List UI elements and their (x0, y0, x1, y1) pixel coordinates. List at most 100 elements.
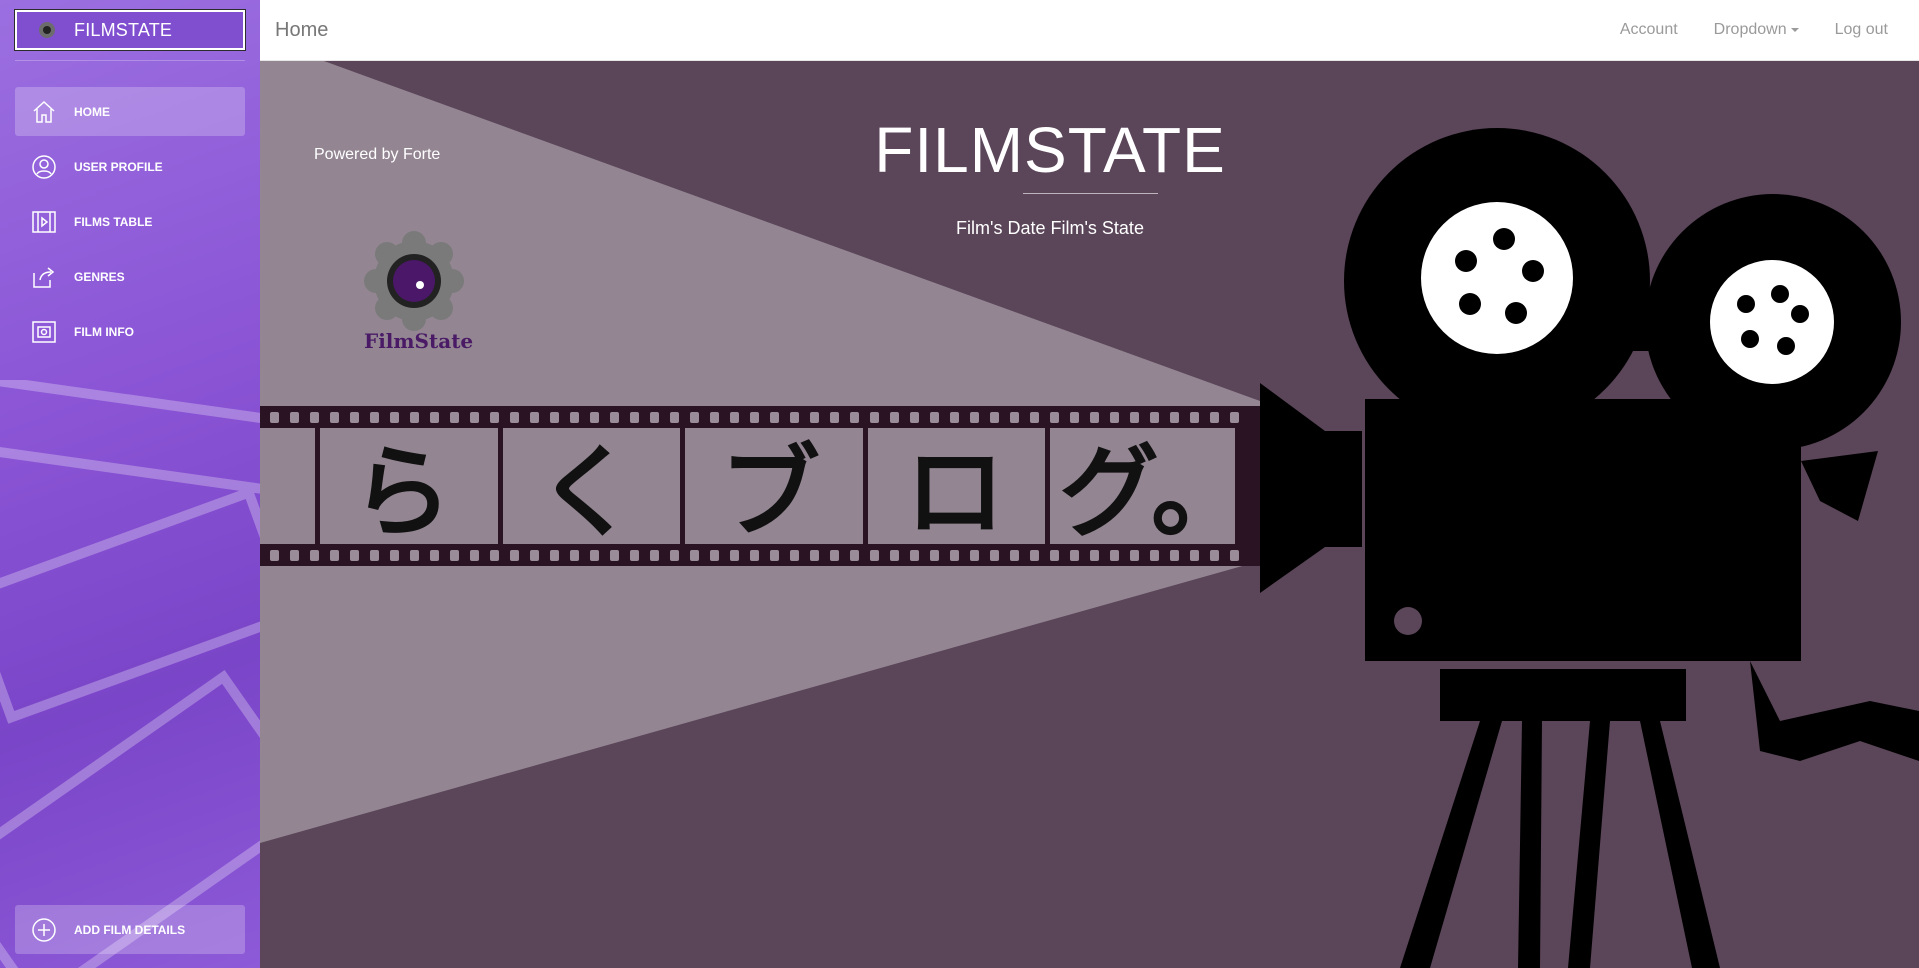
sidebar-item-label: FILM INFO (74, 324, 134, 339)
sprocket-hole (330, 412, 339, 423)
sprocket-hole (670, 412, 679, 423)
hero-title: FILMSTATE (874, 114, 1226, 186)
dropdown-toggle[interactable]: Dropdown (1714, 21, 1799, 39)
sprocket-hole (1150, 550, 1159, 561)
account-link[interactable]: Account (1620, 21, 1678, 39)
sprocket-hole (1010, 412, 1019, 423)
sidebar-item-films-table[interactable]: FILMS TABLE (15, 197, 245, 246)
hero-subtitle: Film's Date Film's State (956, 218, 1144, 238)
film-camera (1260, 128, 1919, 968)
film-frame-text-1: ら (352, 434, 452, 551)
sprocket-hole (450, 550, 459, 561)
sprocket-hole (1070, 550, 1079, 561)
sprocket-hole (670, 550, 679, 561)
sidebar-item-label: USER PROFILE (74, 159, 163, 174)
sprocket-hole (470, 550, 479, 561)
hero-banner: ら く ブ ロ グ。 Powered by Forte FilmState FI… (260, 61, 1919, 968)
sprocket-hole (890, 550, 899, 561)
sprocket-hole (850, 550, 859, 561)
sprocket-hole (550, 550, 559, 561)
sprocket-hole (1230, 550, 1239, 561)
sprocket-hole (510, 550, 519, 561)
sidebar-item-label: HOME (74, 104, 110, 119)
sprocket-hole (810, 412, 819, 423)
sprocket-hole (970, 550, 979, 561)
sprocket-hole (1130, 550, 1139, 561)
sprocket-hole (910, 550, 919, 561)
sprocket-hole (350, 550, 359, 561)
navbar-links: Account Dropdown Log out (1584, 0, 1919, 61)
sprocket-hole (1050, 412, 1059, 423)
sprocket-hole (430, 412, 439, 423)
sprocket-hole (1170, 550, 1179, 561)
sprocket-hole (630, 550, 639, 561)
sprocket-hole (450, 412, 459, 423)
logout-link[interactable]: Log out (1835, 21, 1888, 39)
caret-down-icon (1790, 27, 1799, 32)
sprocket-hole (770, 412, 779, 423)
filmstate-logo-text: FilmState (364, 329, 474, 353)
sprocket-hole (950, 412, 959, 423)
add-film-details-button[interactable]: ADD FILM DETAILS (15, 905, 245, 954)
sprocket-hole (730, 550, 739, 561)
sprocket-hole (1110, 412, 1119, 423)
sprocket-hole (490, 412, 499, 423)
sprocket-hole (830, 412, 839, 423)
hero-divider (1023, 193, 1158, 194)
sprocket-hole (1070, 412, 1079, 423)
sprocket-hole (570, 412, 579, 423)
sprocket-hole (1030, 550, 1039, 561)
sprocket-hole (830, 550, 839, 561)
sprocket-hole (1050, 550, 1059, 561)
film-table-icon (30, 208, 58, 236)
sidebar-divider (15, 60, 245, 61)
sprocket-hole (790, 412, 799, 423)
sidebar-item-label: FILMS TABLE (74, 214, 153, 229)
top-navbar: Home Account Dropdown Log out (260, 0, 1919, 61)
sprocket-hole (890, 412, 899, 423)
film-frame-text-5: グ。 (1059, 434, 1251, 551)
sidebar-item-genres[interactable]: GENRES (15, 252, 245, 301)
sidebar-item-film-info[interactable]: FILM INFO (15, 307, 245, 356)
sprocket-hole (970, 412, 979, 423)
sprocket-hole (390, 550, 399, 561)
sprocket-hole (1110, 550, 1119, 561)
sprocket-hole (1230, 412, 1239, 423)
camera-lens-icon (39, 22, 55, 38)
sprocket-hole (690, 550, 699, 561)
film-frame-text-2: く (537, 434, 637, 551)
sprocket-hole (410, 550, 419, 561)
brand-title: FILMSTATE (74, 19, 173, 40)
sprocket-hole (930, 550, 939, 561)
share-icon (30, 263, 58, 291)
sidebar-item-user-profile[interactable]: USER PROFILE (15, 142, 245, 191)
page-title: Home (275, 18, 329, 41)
filmstate-logo-icon (364, 231, 464, 331)
sprocket-hole (910, 412, 919, 423)
sprocket-hole (290, 412, 299, 423)
sprocket-hole (950, 550, 959, 561)
sprocket-hole (490, 550, 499, 561)
sidebar-item-label: GENRES (74, 269, 125, 284)
film-frame-text-4: ロ (905, 434, 1005, 551)
sprocket-hole (510, 412, 519, 423)
sidebar-item-home[interactable]: HOME (15, 87, 245, 136)
sprocket-hole (390, 412, 399, 423)
sprocket-hole (1130, 412, 1139, 423)
sprocket-hole (1210, 550, 1219, 561)
sprocket-hole (650, 412, 659, 423)
sprocket-hole (430, 550, 439, 561)
sprocket-hole (1090, 412, 1099, 423)
brand-link[interactable]: FILMSTATE (14, 9, 246, 51)
sprocket-hole (1190, 412, 1199, 423)
sprocket-hole (370, 412, 379, 423)
sprocket-hole (290, 550, 299, 561)
projector-illustration: ら く ブ ロ グ。 (260, 61, 1919, 968)
sprocket-hole (1190, 550, 1199, 561)
add-film-details-label: ADD FILM DETAILS (74, 922, 186, 937)
film-info-icon (30, 318, 58, 346)
sprocket-hole (870, 550, 879, 561)
sprocket-hole (930, 412, 939, 423)
sprocket-hole (590, 550, 599, 561)
sprocket-hole (1030, 412, 1039, 423)
